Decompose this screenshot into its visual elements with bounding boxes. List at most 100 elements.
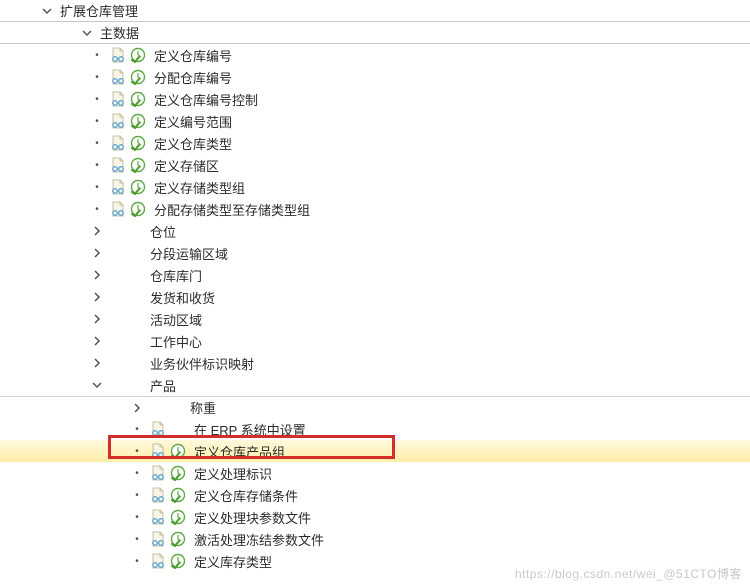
expand-icon[interactable] (40, 4, 54, 18)
tree-row[interactable]: 称重 (0, 396, 750, 418)
tree-row[interactable]: 分段运输区域 (0, 242, 750, 264)
tree-row[interactable]: 定义处理块参数文件 (0, 506, 750, 528)
clock-check-icon[interactable] (130, 113, 146, 129)
tree-label: 定义仓库编号 (154, 46, 232, 65)
clock-check-icon[interactable] (130, 47, 146, 63)
document-glasses-icon (110, 135, 126, 151)
clock-check-icon[interactable] (170, 509, 186, 525)
clock-check-icon[interactable] (170, 531, 186, 547)
clock-check-icon[interactable] (130, 157, 146, 173)
document-glasses-icon (150, 443, 166, 459)
collapse-icon[interactable] (130, 401, 144, 415)
clock-check-icon[interactable] (130, 69, 146, 85)
clock-check-icon[interactable] (170, 443, 186, 459)
bullet-icon (130, 532, 144, 546)
document-glasses-icon (110, 113, 126, 129)
tree-row[interactable]: 仓库库门 (0, 264, 750, 286)
clock-check-icon[interactable] (170, 487, 186, 503)
document-glasses-icon (110, 157, 126, 173)
bullet-icon (130, 466, 144, 480)
bullet-icon (90, 70, 104, 84)
tree-label: 活动区域 (150, 310, 202, 329)
bullet-icon (90, 48, 104, 62)
tree-row-level0[interactable]: 扩展仓库管理 (0, 0, 750, 22)
tree-row[interactable]: 定义仓库产品组 (0, 440, 750, 462)
tree-row[interactable]: 业务伙伴标识映射 (0, 352, 750, 374)
tree-row[interactable]: 定义编号范围 (0, 110, 750, 132)
document-glasses-icon (150, 531, 166, 547)
expand-icon[interactable] (90, 378, 104, 392)
bullet-icon (90, 136, 104, 150)
collapse-icon[interactable] (90, 334, 104, 348)
tree-label: 定义存储类型组 (154, 178, 245, 197)
clock-check-icon[interactable] (170, 465, 186, 481)
tree-label: 仓位 (150, 222, 176, 241)
bullet-icon (90, 158, 104, 172)
clock-check-icon[interactable] (130, 179, 146, 195)
tree-label: 业务伙伴标识映射 (150, 354, 254, 373)
tree-label: 定义库存类型 (194, 552, 272, 571)
collapse-icon[interactable] (90, 290, 104, 304)
tree-row[interactable]: 定义仓库类型 (0, 132, 750, 154)
bullet-icon (130, 510, 144, 524)
tree-row[interactable]: 分配存储类型至存储类型组 (0, 198, 750, 220)
bullet-icon (130, 422, 144, 436)
collapse-icon[interactable] (90, 356, 104, 370)
document-glasses-icon (110, 179, 126, 195)
bullet-icon (130, 554, 144, 568)
tree-label: 工作中心 (150, 332, 202, 351)
document-glasses-icon (150, 487, 166, 503)
tree-row[interactable]: 定义存储类型组 (0, 176, 750, 198)
tree-row[interactable]: 定义仓库存储条件 (0, 484, 750, 506)
tree-label: 在 ERP 系统中设置 (194, 420, 306, 439)
collapse-icon[interactable] (90, 246, 104, 260)
expand-icon[interactable] (80, 26, 94, 40)
document-glasses-icon (150, 509, 166, 525)
tree-row[interactable]: 分配仓库编号 (0, 66, 750, 88)
bullet-icon (90, 114, 104, 128)
tree-label: 定义编号范围 (154, 112, 232, 131)
document-glasses-icon (150, 553, 166, 569)
tree-label: 定义仓库存储条件 (194, 486, 298, 505)
tree-row[interactable]: 发货和收货 (0, 286, 750, 308)
tree-label: 定义处理块参数文件 (194, 508, 311, 527)
collapse-icon[interactable] (90, 268, 104, 282)
tree-row-level1[interactable]: 主数据 (0, 22, 750, 44)
clock-check-icon[interactable] (130, 201, 146, 217)
tree-row[interactable]: 产品 (0, 374, 750, 396)
tree-label: 发货和收货 (150, 288, 215, 307)
tree-label: 扩展仓库管理 (60, 1, 138, 20)
bullet-icon (130, 488, 144, 502)
clock-check-icon[interactable] (130, 135, 146, 151)
document-glasses-icon (150, 465, 166, 481)
clock-check-icon[interactable] (130, 91, 146, 107)
clock-check-icon[interactable] (170, 553, 186, 569)
tree-row[interactable]: 定义处理标识 (0, 462, 750, 484)
tree-label: 分段运输区域 (150, 244, 228, 263)
collapse-icon[interactable] (90, 224, 104, 238)
tree-label: 定义仓库产品组 (194, 442, 285, 461)
tree-label: 激活处理冻结参数文件 (194, 530, 324, 549)
tree-label: 定义存储区 (154, 156, 219, 175)
collapse-icon[interactable] (90, 312, 104, 326)
tree-label: 分配存储类型至存储类型组 (154, 200, 310, 219)
document-glasses-icon (110, 69, 126, 85)
bullet-icon (90, 92, 104, 106)
document-glasses-icon (150, 421, 166, 437)
bullet-icon (90, 202, 104, 216)
tree-label: 定义仓库类型 (154, 134, 232, 153)
tree-row[interactable]: 仓位 (0, 220, 750, 242)
tree-label: 主数据 (100, 23, 139, 42)
document-glasses-icon (110, 47, 126, 63)
tree-row[interactable]: 工作中心 (0, 330, 750, 352)
tree-label: 产品 (150, 376, 176, 395)
watermark-text: https://blog.csdn.net/wei_@51CTO博客 (515, 565, 742, 582)
tree-row[interactable]: 在 ERP 系统中设置 (0, 418, 750, 440)
tree-row[interactable]: 定义仓库编号 (0, 44, 750, 66)
tree-row[interactable]: 活动区域 (0, 308, 750, 330)
tree-row[interactable]: 定义仓库编号控制 (0, 88, 750, 110)
tree-label: 定义处理标识 (194, 464, 272, 483)
tree-row[interactable]: 定义存储区 (0, 154, 750, 176)
bullet-icon (90, 180, 104, 194)
tree-row[interactable]: 激活处理冻结参数文件 (0, 528, 750, 550)
